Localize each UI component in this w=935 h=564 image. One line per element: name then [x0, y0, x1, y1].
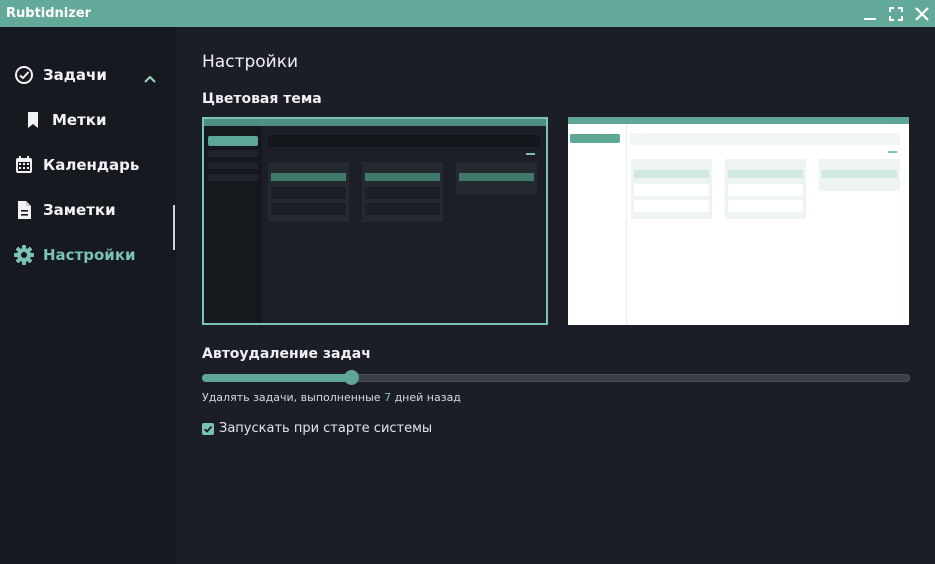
preview-block [208, 136, 258, 146]
preview-block [365, 187, 440, 199]
preview-block [208, 162, 258, 169]
app-title: Rubtidnizer [6, 6, 92, 21]
sidebar-item-label: Метки [52, 111, 107, 129]
preview-block [268, 135, 540, 147]
sidebar-item-settings[interactable]: Настройки [0, 237, 176, 273]
preview-sidebar [568, 124, 627, 325]
preview-block [634, 184, 709, 196]
sidebar-item-label: Заметки [43, 201, 116, 219]
theme-section-title: Цветовая тема [202, 91, 322, 107]
check-circle-icon [13, 64, 35, 86]
sidebar-item-tasks[interactable]: Задачи [0, 57, 176, 93]
preview-titlebar [204, 119, 546, 126]
autodelete-section-title: Автоудаление задач [202, 346, 371, 362]
sidebar-item-label: Настройки [43, 246, 136, 264]
page-title: Настройки [202, 52, 299, 72]
close-icon[interactable] [915, 6, 929, 21]
autostart-checkbox[interactable] [202, 422, 214, 435]
minimize-icon[interactable] [863, 7, 877, 21]
preview-block [365, 173, 440, 181]
preview-block [365, 203, 440, 215]
sidebar-item-notes[interactable]: Заметки [0, 192, 176, 228]
sidebar-item-calendar[interactable]: Календарь [0, 147, 176, 183]
preview-block [634, 170, 709, 178]
preview-block [570, 134, 620, 143]
preview-block [271, 187, 346, 199]
autodelete-slider[interactable] [202, 370, 910, 385]
theme-option-light[interactable] [568, 117, 909, 325]
active-indicator [173, 205, 175, 250]
preview-block [208, 174, 258, 181]
gear-icon [13, 244, 35, 266]
preview-block [459, 173, 534, 181]
settings-page: Настройки Цветовая тема Автоудаление зад… [176, 27, 935, 564]
window-controls [863, 6, 929, 21]
preview-block [630, 133, 900, 145]
slider-thumb[interactable] [343, 370, 359, 385]
autodelete-hint: Удалять задачи, выполненные 7 дней назад [202, 391, 461, 404]
preview-block [888, 151, 897, 153]
preview-block [208, 150, 258, 157]
sidebar-item-label: Календарь [43, 156, 140, 174]
preview-block [822, 170, 897, 178]
theme-option-dark[interactable] [202, 117, 548, 325]
chevron-up-icon[interactable] [143, 69, 157, 88]
preview-block [728, 170, 803, 178]
preview-block [271, 173, 346, 181]
sidebar: Задачи Метки Календарь Заметки Настройки [0, 27, 176, 564]
preview-block [271, 203, 346, 215]
hint-prefix: Удалять задачи, выполненные [202, 391, 385, 404]
slider-fill [202, 374, 351, 382]
preview-block [634, 200, 709, 212]
sidebar-item-label: Задачи [43, 66, 107, 84]
preview-titlebar [568, 117, 909, 124]
autostart-label: Запускать при старте системы [219, 421, 433, 436]
sidebar-item-tags[interactable]: Метки [0, 102, 176, 138]
calendar-icon [13, 154, 35, 176]
preview-block [526, 153, 535, 155]
bookmark-icon [22, 109, 44, 131]
preview-block [728, 200, 803, 212]
maximize-icon[interactable] [889, 6, 903, 21]
hint-suffix: дней назад [391, 391, 461, 404]
checkmark-icon [203, 425, 213, 433]
preview-block [728, 184, 803, 196]
autostart-option[interactable]: Запускать при старте системы [202, 421, 432, 436]
title-bar: Rubtidnizer [0, 0, 935, 27]
document-icon [13, 199, 35, 221]
